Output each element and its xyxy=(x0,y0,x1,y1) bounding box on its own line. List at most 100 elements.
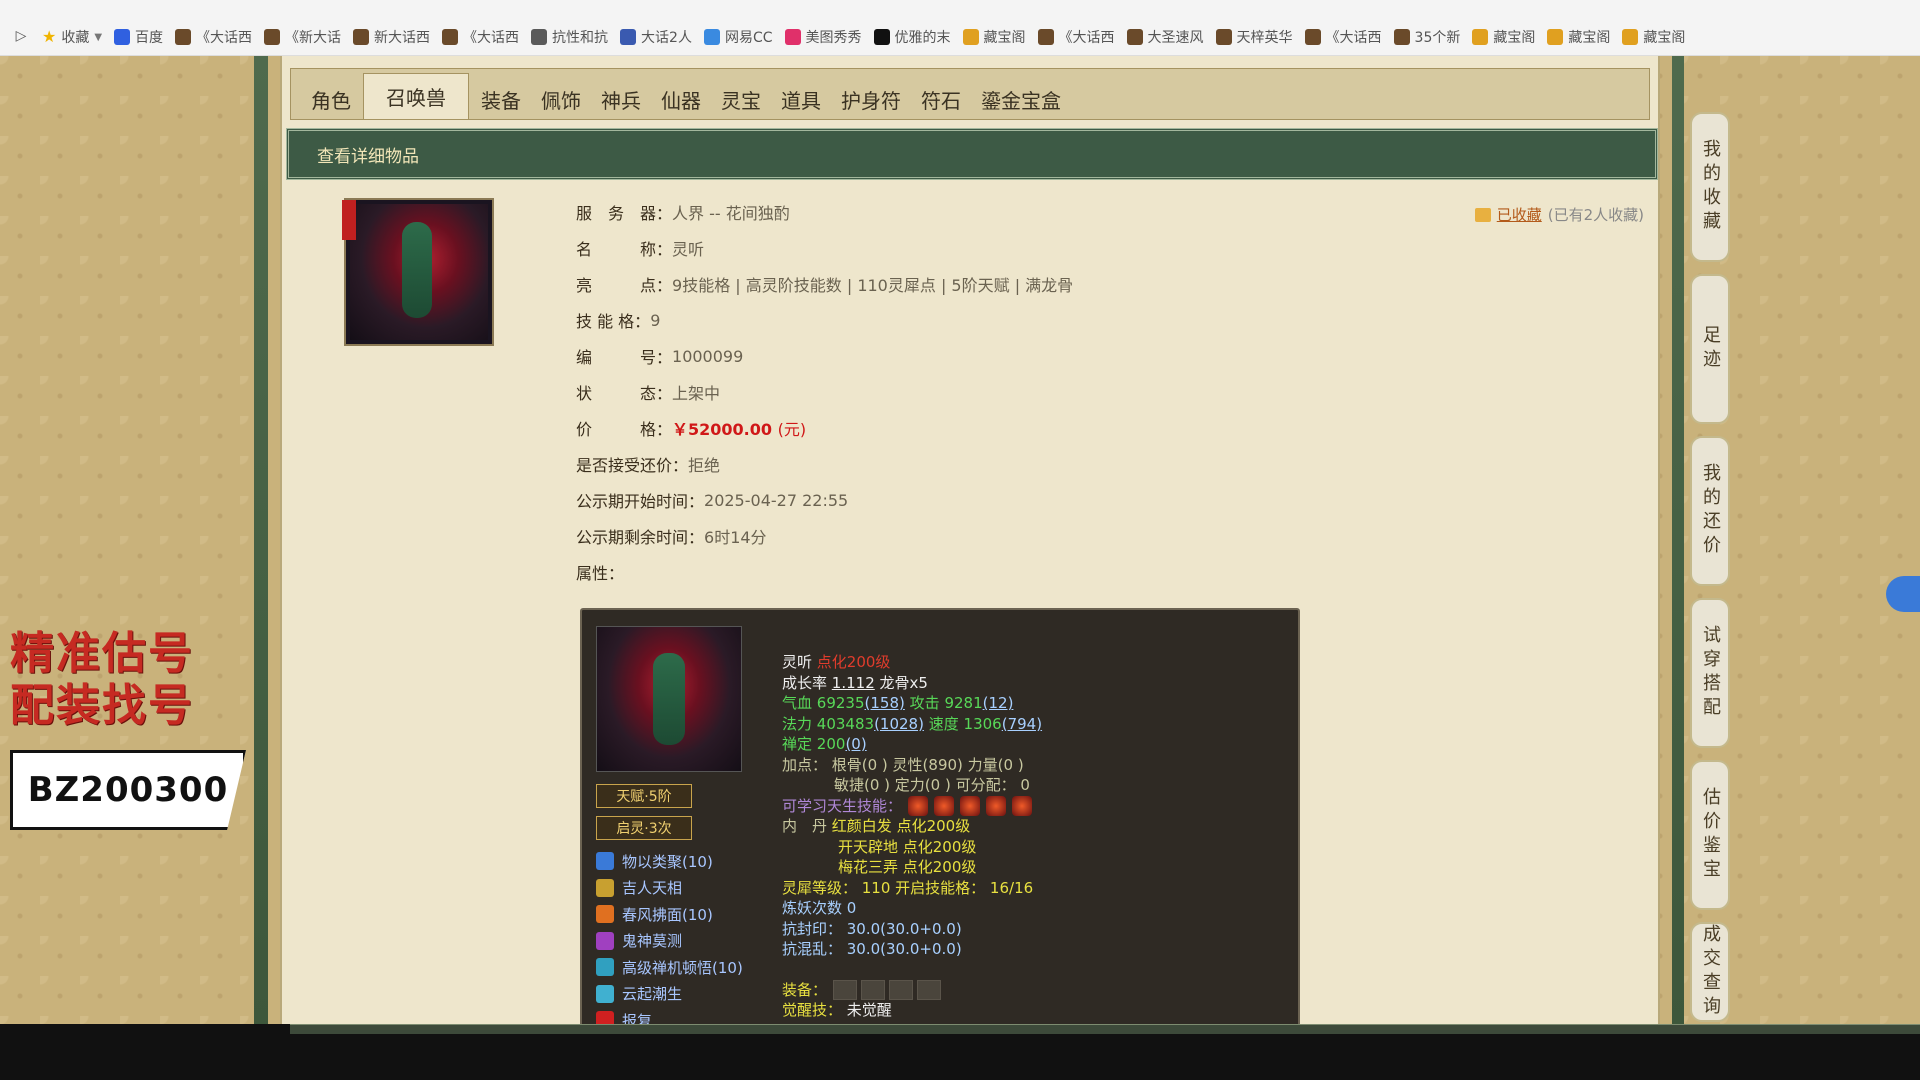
side-tab-1[interactable]: 我的收藏 xyxy=(1690,112,1730,262)
bookmarks-bar: ▷ ★ 收藏 ▼ 百度 《大话西 《新大话 新大话西 《大话西 抗性和抗 大话2人 网易CC 美图秀秀… xyxy=(0,0,1920,56)
skill-item[interactable]: 春风拂面(10) xyxy=(596,901,796,928)
info-row-skill-slots: 技 能 格： 9 xyxy=(576,302,1476,338)
bookmark-17[interactable]: 35个新 xyxy=(1393,27,1460,47)
spd-bonus: (794) xyxy=(1001,714,1043,733)
bookmark-label: 网易CC xyxy=(724,30,773,46)
innate-skill-icons xyxy=(908,796,1033,816)
bookmark-2[interactable]: 百度 xyxy=(114,27,163,47)
bookmark-8[interactable]: 大话2人 xyxy=(620,27,692,47)
tab-11[interactable]: 鎏金宝盒 xyxy=(973,79,1069,119)
bottom-black-bar xyxy=(0,1034,1920,1080)
page-background: 精准估号 配装找号 BZ200300 角色 召唤兽 装备 佩饰 神兵 仙器 灵宝 道具 护身符符… xyxy=(0,56,1920,1038)
skill-item[interactable]: 鬼神莫测 xyxy=(596,928,796,955)
tab-5[interactable]: 神兵 xyxy=(593,79,649,119)
atk-bonus: (12) xyxy=(982,694,1014,712)
skill-slots-value: 9 xyxy=(650,310,661,330)
bookmark-11[interactable]: 优雅的末 xyxy=(873,27,951,47)
folder-icon xyxy=(1474,207,1491,222)
innate-skill-icon-5[interactable] xyxy=(1012,796,1033,816)
hp-bonus: (158) xyxy=(864,694,905,712)
bookmark-19[interactable]: 藏宝阁 xyxy=(1547,27,1610,47)
bookmark-label: 大话2人 xyxy=(641,30,692,46)
bookmark-9[interactable]: 网易CC xyxy=(703,27,773,47)
tab-1[interactable]: 角色 xyxy=(303,79,359,119)
pet-stats: 灵听 点化200级 成长率 1.112 龙骨x5 气血 69235(158) 攻… xyxy=(782,652,1282,1021)
info-row-price: 价 格： ￥52000.00 (元) xyxy=(576,410,1476,446)
promo-ad[interactable]: 精准估号 配装找号 BZ200300 xyxy=(10,628,260,830)
pet-thumbnail-image xyxy=(350,204,488,340)
info-row-name: 名 称： 灵听 xyxy=(576,230,1476,266)
skill-name: 春风拂面(10) xyxy=(622,905,713,924)
right-sidebar: 我的收藏足迹我的还价试穿搭配估价鉴宝成交查询 xyxy=(1672,56,1920,1024)
bookmark-label: 美图秀秀 xyxy=(805,30,862,46)
bookmark-list: ★ 收藏 ▼ 百度 《大话西 《新大话 新大话西 《大话西 抗性和抗 大话2人 网易CC 美图秀秀 优雅… xyxy=(42,27,1685,47)
bookmark-10[interactable]: 美图秀秀 xyxy=(784,27,862,47)
side-tab-4[interactable]: 试穿搭配 xyxy=(1690,598,1730,748)
tab-8[interactable]: 道具 xyxy=(773,79,829,119)
bookmark-7[interactable]: 抗性和抗 xyxy=(531,27,608,47)
skill-item[interactable]: 吉人天相 xyxy=(596,875,796,902)
tab-9[interactable]: 护身符 xyxy=(833,79,909,119)
sidebar-toggle-icon[interactable]: ▷ xyxy=(10,25,32,47)
skill-icon xyxy=(596,878,614,897)
equip-slot-1[interactable] xyxy=(833,980,858,1000)
skill-slots-label: 技 能 格： xyxy=(576,312,651,331)
remaining-label: 公示期剩余时间： xyxy=(576,528,705,547)
info-row-attributes: 属性： xyxy=(576,554,1476,590)
bookmark-14[interactable]: 大圣速风 xyxy=(1126,27,1204,47)
bookmark-13[interactable]: 《大话西 xyxy=(1037,27,1115,47)
side-tab-2[interactable]: 足迹 xyxy=(1690,274,1730,424)
side-tab-5[interactable]: 估价鉴宝 xyxy=(1690,760,1730,910)
pet-thumbnail[interactable] xyxy=(342,198,494,346)
cbg-icon xyxy=(1622,29,1639,45)
innate-skill-icon-4[interactable] xyxy=(986,796,1007,816)
game-icon xyxy=(620,29,637,45)
chevron-down-icon[interactable]: ▼ xyxy=(94,32,102,43)
bookmark-20[interactable]: 藏宝阁 xyxy=(1622,27,1685,47)
skill-name: 物以类聚(10) xyxy=(622,852,713,871)
tab-6[interactable]: 仙器 xyxy=(653,79,709,119)
equip-slot-2[interactable] xyxy=(861,980,886,1000)
bookmark-5[interactable]: 新大话西 xyxy=(353,27,430,47)
bookmark-label: 抗性和抗 xyxy=(552,30,609,46)
innate-skill-icon-3[interactable] xyxy=(960,796,981,816)
equip-slot-4[interactable] xyxy=(917,980,942,1000)
favorite-link[interactable]: 已收藏 xyxy=(1497,204,1542,225)
equip-slot-3[interactable] xyxy=(889,980,914,1000)
bookmark-15[interactable]: 天梓英华 xyxy=(1215,27,1293,47)
baidu-paw-icon xyxy=(114,29,131,45)
skill-name: 鬼神莫测 xyxy=(622,932,683,951)
price-label: 价 格： xyxy=(576,420,673,439)
points-line-2: 敏捷(0 ) 定力(0 ) 可分配： 0 xyxy=(834,776,1030,794)
meitu-icon xyxy=(784,29,801,45)
bookmark-3[interactable]: 《大话西 xyxy=(175,27,252,47)
skill-item[interactable]: 云起潮生 xyxy=(596,981,796,1008)
innate-skill-icon-1[interactable] xyxy=(908,796,929,816)
tab-3[interactable]: 装备 xyxy=(473,79,529,119)
id-value: 1000099 xyxy=(672,346,744,366)
skill-name: 云起潮生 xyxy=(622,985,683,1004)
bookmark-12[interactable]: 藏宝阁 xyxy=(962,27,1026,47)
pet-portrait xyxy=(596,626,742,772)
tab-2[interactable]: 召唤兽 xyxy=(363,73,469,119)
tab-10[interactable]: 符石 xyxy=(913,79,969,119)
bookmark-18[interactable]: 藏宝阁 xyxy=(1472,27,1535,47)
game-icon xyxy=(1304,29,1321,45)
item-info: 服 务 器： 人界 -- 花间独酌 名 称： 灵听 亮 点： 9技能格 | 高灵阶技能… xyxy=(576,194,1476,590)
bookmark-4[interactable]: 《新大话 xyxy=(264,27,341,47)
game-icon xyxy=(531,29,548,45)
bookmark-16[interactable]: 《大话西 xyxy=(1304,27,1382,47)
tab-7[interactable]: 灵宝 xyxy=(713,79,769,119)
floating-handle[interactable] xyxy=(1886,576,1920,612)
bookmark-6[interactable]: 《大话西 xyxy=(442,27,519,47)
server-value: 人界 -- 花间独酌 xyxy=(672,204,790,223)
side-tab-3[interactable]: 我的还价 xyxy=(1690,436,1730,586)
skill-name: 吉人天相 xyxy=(622,879,683,898)
innate-skill-icon-2[interactable] xyxy=(934,796,955,816)
skill-item[interactable]: 高级禅机顿悟(10) xyxy=(596,954,796,981)
tab-4[interactable]: 佩饰 xyxy=(533,79,589,119)
skill-item[interactable]: 物以类聚(10) xyxy=(596,848,796,875)
refine-line: 炼妖次数 0 xyxy=(782,899,857,917)
bookmark-1[interactable]: ★ 收藏 ▼ xyxy=(42,27,102,47)
side-tab-6[interactable]: 成交查询 xyxy=(1690,922,1730,1022)
